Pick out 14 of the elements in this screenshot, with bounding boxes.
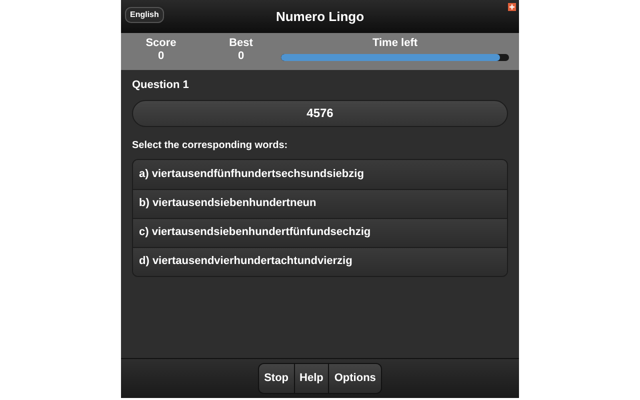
language-button[interactable]: English bbox=[125, 7, 164, 23]
footer-button[interactable]: Help bbox=[294, 364, 328, 393]
app-title: Numero Lingo bbox=[276, 8, 364, 26]
best-value: 0 bbox=[238, 50, 244, 63]
instruction-text: Select the corresponding words: bbox=[132, 138, 289, 152]
footer-button[interactable]: Options bbox=[328, 364, 381, 393]
answer-option[interactable]: d) viertausendvierhundertachtundvierzig bbox=[133, 246, 507, 276]
score-label: Score bbox=[146, 37, 176, 50]
time-left-label: Time left bbox=[372, 37, 418, 50]
score-value: 0 bbox=[158, 50, 164, 63]
question-label: Question 1 bbox=[132, 78, 190, 93]
best-label: Best bbox=[229, 37, 253, 50]
question-number: 4576 bbox=[132, 100, 508, 126]
footer-button[interactable]: Stop bbox=[259, 364, 294, 393]
